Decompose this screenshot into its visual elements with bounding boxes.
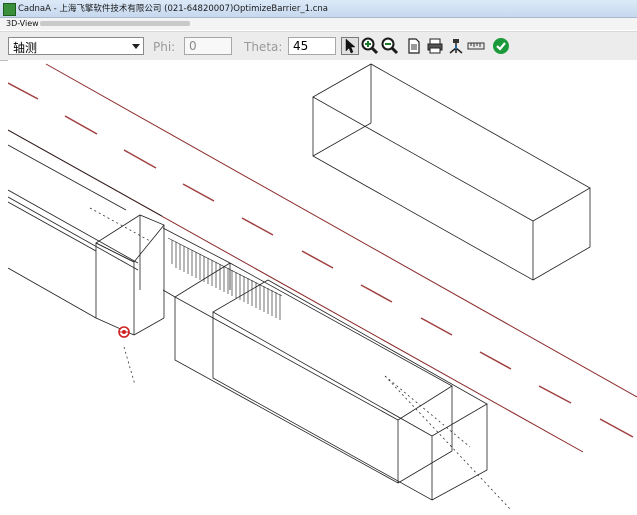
road-centerline [8,82,634,438]
title-bar: CadnaA - 上海飞擎软件技术有限公司 (021-64820007)Opti… [0,0,637,18]
building-right [312,63,591,281]
menu-bar: 3D-View [0,18,637,30]
app-icon [3,3,16,16]
chevron-down-icon[interactable] [132,44,140,49]
view-mode-select[interactable]: 轴测 [8,37,144,55]
phi-label: Phi: [153,40,176,54]
theta-label: Theta: [244,40,283,54]
barrier-hatch [167,237,283,320]
print-icon[interactable] [426,37,444,55]
checkmark-icon[interactable] [492,37,510,55]
building-left-box [95,214,165,336]
road-edge-lines [8,63,637,453]
dashed-lines [89,207,512,511]
phi-field[interactable]: 0 [184,37,232,55]
building-center-long [162,227,453,484]
tripod-icon[interactable] [447,37,465,55]
theta-field[interactable]: 45 [288,37,336,55]
window-title: CadnaA - 上海飞擎软件技术有限公司 (021-64820007)Opti… [18,4,329,14]
view-mode-value: 轴测 [13,41,38,55]
pointer-icon[interactable] [341,37,359,55]
zoom-in-icon[interactable] [361,37,379,55]
receiver-marker[interactable] [118,326,130,338]
document-icon[interactable] [405,37,423,55]
menu-item-3d-view[interactable]: 3D-View [6,19,39,28]
menu-blurred-items [40,21,190,26]
3d-viewport[interactable] [8,60,637,515]
zoom-out-icon[interactable] [381,37,399,55]
view-toolbar: 轴测 Phi: 0 Theta: 45 [0,31,637,61]
ruler-icon[interactable] [467,37,485,55]
